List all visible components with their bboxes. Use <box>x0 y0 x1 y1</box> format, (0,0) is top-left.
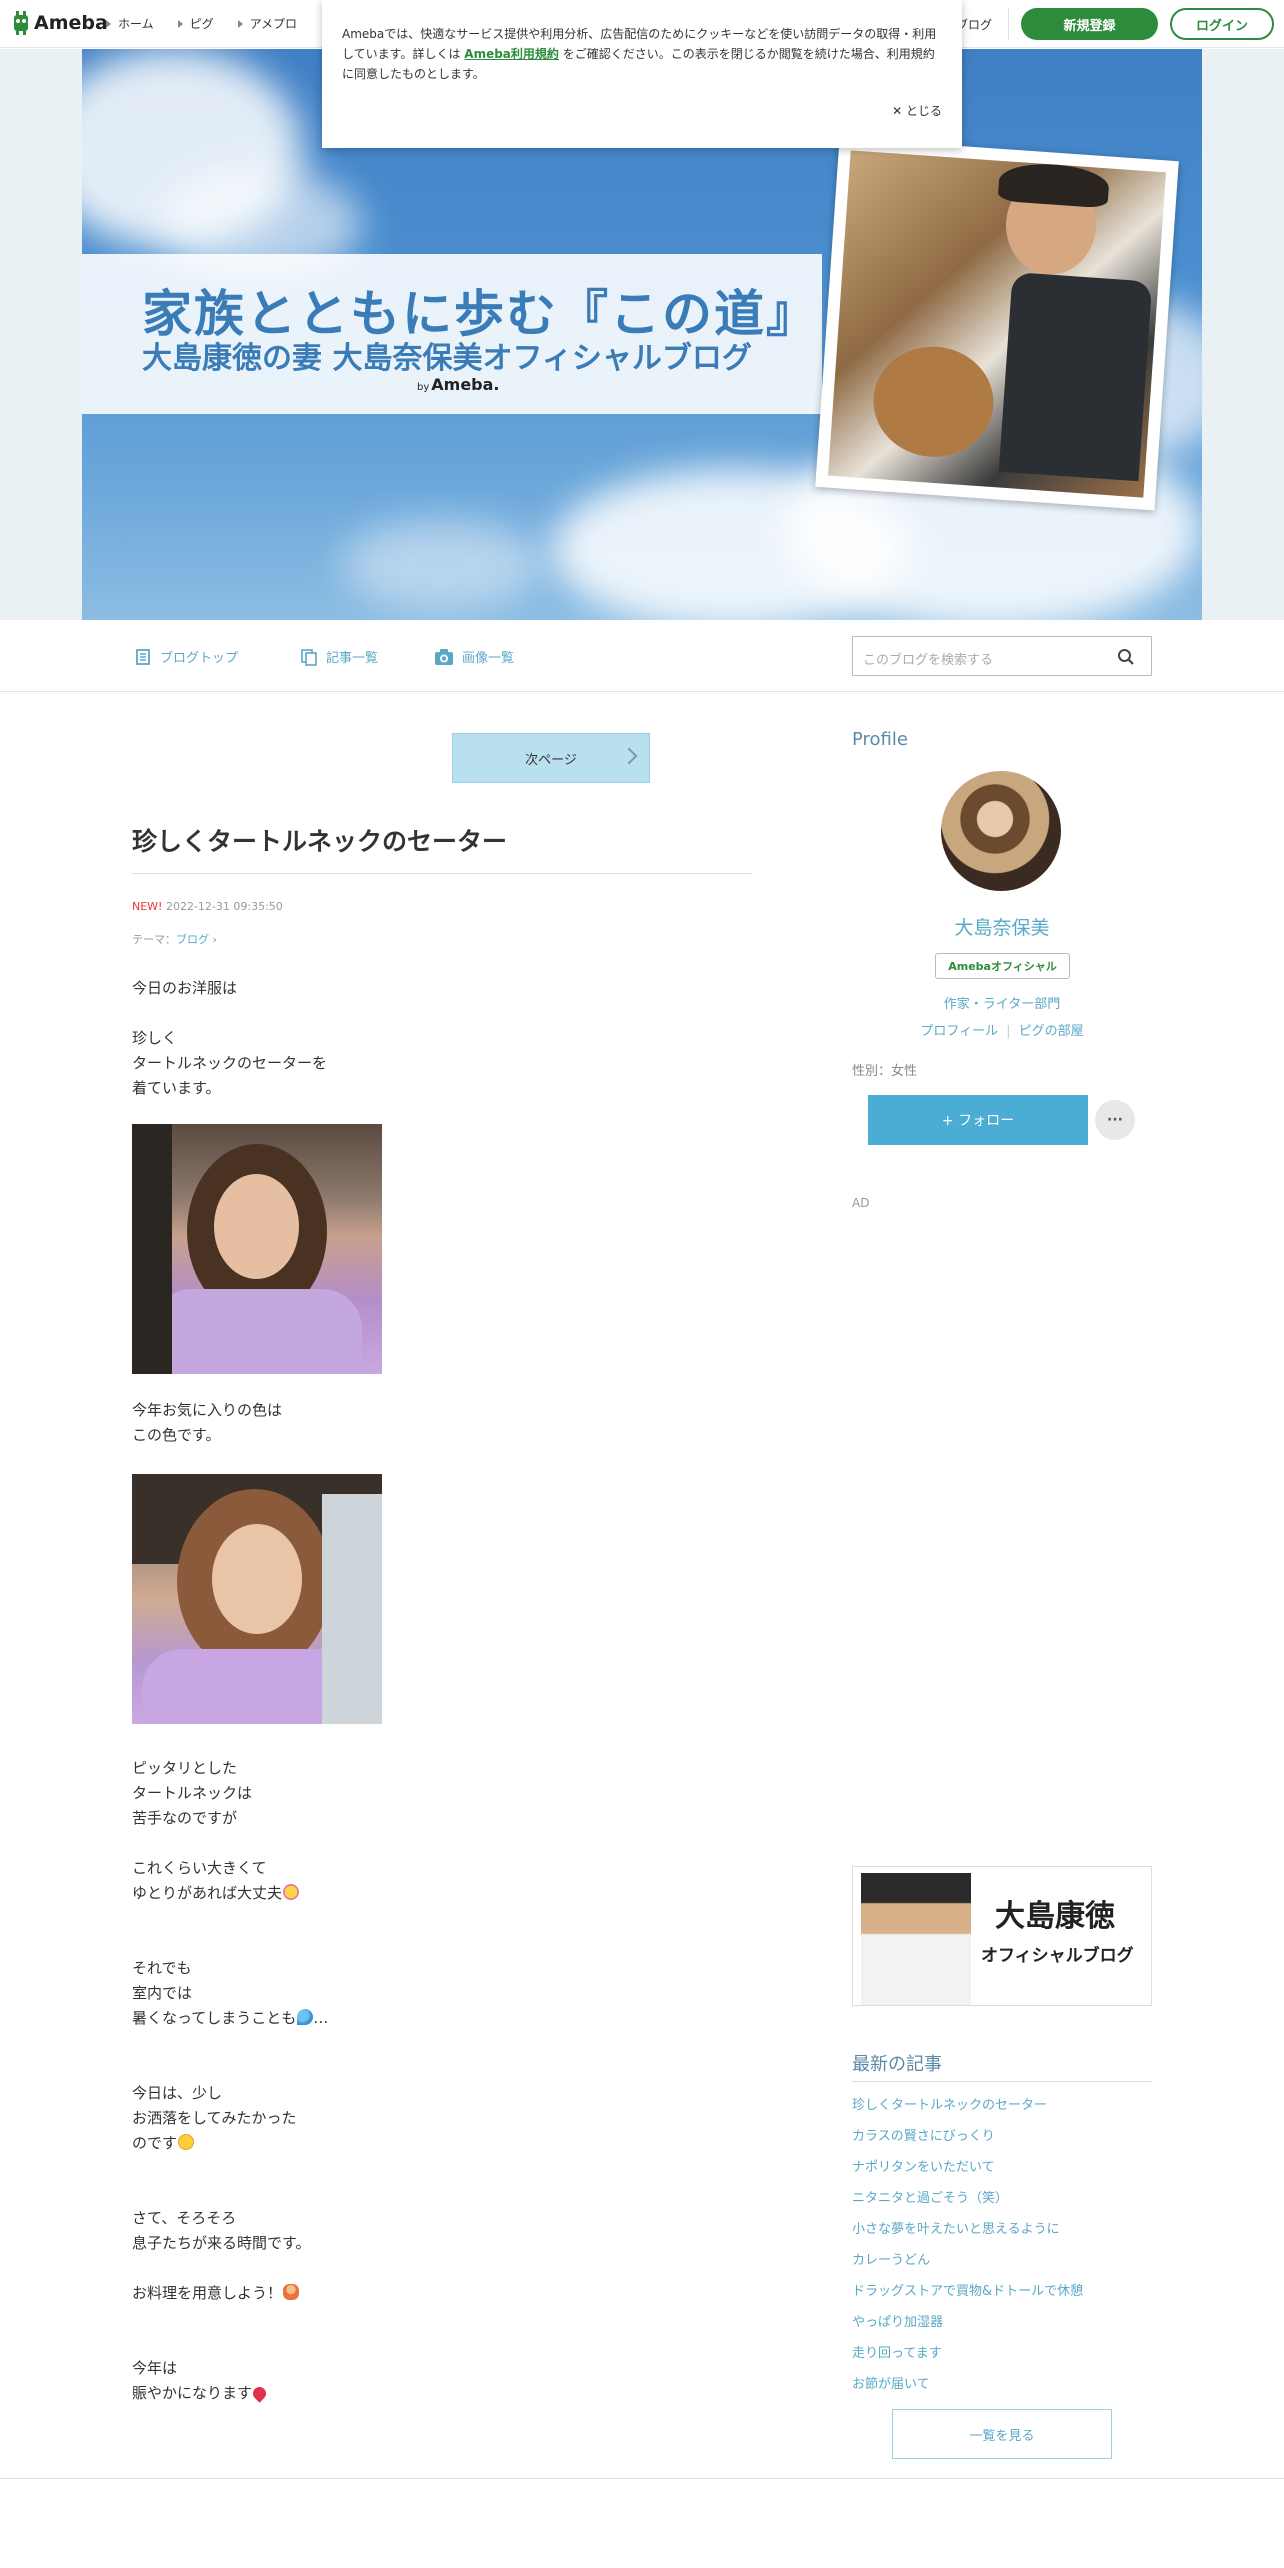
profile-links: プロフィール | ピグの部屋 <box>920 1024 1084 1039</box>
latest-article-link[interactable]: お節が届いて <box>852 2373 930 2392</box>
paragraph: 今年は 賑やかになります <box>132 2356 269 2406</box>
ad-label: AD <box>852 1196 870 1210</box>
latest-article-link[interactable]: やっぱり加湿器 <box>852 2311 943 2330</box>
latest-article-link[interactable]: ナポリタンをいただいて <box>852 2156 995 2175</box>
nav-image-list[interactable]: 画像一覧 <box>434 647 514 666</box>
article-photo-1[interactable] <box>132 1124 382 1374</box>
title-divider <box>132 873 752 874</box>
avatar[interactable] <box>941 771 1061 891</box>
profile-link[interactable]: プロフィール <box>920 1024 998 1039</box>
latest-articles-heading: 最新の記事 <box>852 2054 942 2075</box>
document-icon <box>136 648 150 665</box>
cookie-close-label: とじる <box>905 104 942 118</box>
follow-button[interactable]: + フォロー <box>868 1095 1088 1145</box>
blog-nav: ブログトップ 記事一覧 画像一覧 このブログを検索する <box>0 620 1284 692</box>
nav-article-list[interactable]: 記事一覧 <box>300 647 378 666</box>
raising-hand-emoji-icon <box>283 2284 300 2300</box>
paragraph: 今日のお洋服は <box>132 979 238 997</box>
close-icon: ✕ <box>892 104 903 118</box>
camera-icon <box>435 648 453 665</box>
nav-article-list-label: 記事一覧 <box>326 651 379 666</box>
article-photo-2[interactable] <box>132 1474 382 1724</box>
cookie-close-button[interactable]: ✕ とじる <box>892 101 942 121</box>
nav-image-list-label: 画像一覧 <box>462 651 515 666</box>
paragraph: さて、そろそろ 息子たちが来る時間です。 <box>132 2209 311 2252</box>
copy-icon <box>301 648 317 666</box>
sweat-drops-emoji-icon <box>297 2009 314 2025</box>
category-link[interactable]: 作家・ライター部門 <box>852 993 1152 1012</box>
footer-divider <box>0 2478 1284 2479</box>
login-button[interactable]: ログイン <box>1170 8 1274 40</box>
blog-search[interactable]: このブログを検索する <box>852 636 1152 676</box>
blog-subtitle: 大島康徳の妻 大島奈保美オフィシャルブログ <box>142 341 752 376</box>
banner-subtitle: オフィシャルブログ <box>981 1946 1134 1966</box>
article-theme: テーマ：ブログ › <box>132 933 217 946</box>
relieved-emoji-icon <box>178 2134 195 2150</box>
heart-emoji-icon <box>250 2384 269 2403</box>
nav-blog-top[interactable]: ブログトップ <box>134 647 238 666</box>
profile-name[interactable]: 大島奈保美 <box>852 913 1152 940</box>
nav-blog-top-label: ブログトップ <box>160 651 239 666</box>
search-input[interactable]: このブログを検索する <box>863 649 993 668</box>
profile-heading: Profile <box>852 729 908 750</box>
terms-link[interactable]: Ameba利用規約 <box>464 47 559 61</box>
by-ameba-label: by Ameba. <box>417 375 500 394</box>
latest-article-link[interactable]: 珍しくタートルネックのセーター <box>852 2094 1047 2113</box>
paragraph: ピッタリとした タートルネックは 苦手なのですが <box>132 1759 253 1827</box>
smile-emoji-icon <box>283 1884 300 1900</box>
paragraph: 今日は、少し お洒落をしてみたかった のです <box>132 2084 297 2152</box>
paragraph: これくらい大きくて ゆとりがあれば大丈夫 <box>132 1856 300 1906</box>
global-nav: ホーム ピグ アメプロ <box>106 15 297 32</box>
register-button[interactable]: 新規登録 <box>1021 8 1158 40</box>
banner-person-image <box>861 1873 971 2005</box>
nav-amepro[interactable]: アメプロ <box>238 15 297 32</box>
article-title[interactable]: 珍しくタートルネックのセーター <box>132 822 507 858</box>
latest-article-link[interactable]: カレーうどん <box>852 2249 930 2268</box>
next-page-label: 次ページ <box>525 752 577 768</box>
ameba-logo[interactable]: Ameba <box>12 11 108 35</box>
latest-divider <box>852 2081 1152 2082</box>
new-badge: NEW! <box>132 900 163 913</box>
gender-label: 性別：女性 <box>852 1064 918 1079</box>
latest-article-link[interactable]: 走り回ってます <box>852 2342 942 2361</box>
date-text: 2022-12-31 09:35:50 <box>165 900 283 913</box>
paragraph: それでも 室内では 暑くなってしまうことも… <box>132 1959 329 2027</box>
article-date: NEW! 2022-12-31 09:35:50 <box>132 900 283 913</box>
paragraph: お料理を用意しよう！ <box>132 2281 300 2306</box>
chevron-right-icon <box>620 747 638 765</box>
latest-article-link[interactable]: 小さな夢を叶えたいと思えるように <box>852 2218 1060 2237</box>
ameba-mascot-icon <box>14 11 28 35</box>
see-all-button[interactable]: 一覧を見る <box>892 2409 1112 2459</box>
pigg-room-link[interactable]: ピグの部屋 <box>1019 1024 1084 1039</box>
nav-home[interactable]: ホーム <box>106 15 154 32</box>
theme-link[interactable]: ブログ <box>176 933 209 946</box>
latest-article-link[interactable]: ドラッグストアで買物&ドトールで休憩 <box>852 2280 1083 2299</box>
latest-article-link[interactable]: ニタニタと過ごそう（笑） <box>852 2187 1008 2206</box>
banner-title: 大島康徳 <box>995 1899 1115 1934</box>
search-icon[interactable] <box>1117 648 1135 666</box>
header-actions: 人気ブログ 新規登録 ログイン <box>910 8 1274 40</box>
related-blog-banner[interactable]: 大島康徳 オフィシャルブログ <box>852 1866 1152 2006</box>
nav-pigg[interactable]: ピグ <box>178 15 214 32</box>
header-photo <box>815 137 1179 511</box>
logo-text: Ameba <box>34 12 108 34</box>
more-options-button[interactable]: ··· <box>1095 1100 1135 1140</box>
paragraph: 珍しく タートルネックのセーターを 着ています。 <box>132 1029 328 1097</box>
next-page-button[interactable]: 次ページ <box>452 733 650 783</box>
latest-article-link[interactable]: カラスの賢さにびっくり <box>852 2125 995 2144</box>
cookie-notice: Amebaでは、快適なサービス提供や利用分析、広告配信のためにクッキーなどを使い… <box>322 0 962 148</box>
paragraph: 今年お気に入りの色は この色です。 <box>132 1401 283 1444</box>
official-badge[interactable]: Amebaオフィシャル <box>935 953 1070 979</box>
